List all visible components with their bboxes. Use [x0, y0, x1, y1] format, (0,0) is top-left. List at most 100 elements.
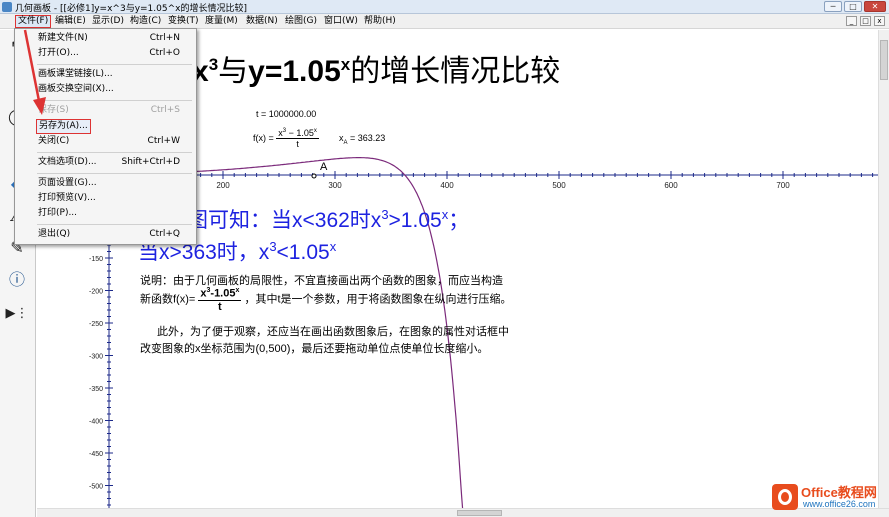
- menu-item-save-as[interactable]: 另存为(A)...: [17, 119, 194, 134]
- new-label: 新建文件(N): [38, 33, 88, 43]
- menu-item-page-setup[interactable]: 页面设置(G)...: [17, 176, 194, 191]
- note2-post: ，其中t是一个参数，用于将函数图象在纵向进行压缩。: [244, 293, 512, 306]
- menu-measure[interactable]: 度量(M): [203, 15, 240, 28]
- office-logo-icon: [772, 484, 798, 510]
- custom-tool-icon[interactable]: ▶⋮: [4, 302, 30, 326]
- y-tick-label: -350: [89, 386, 103, 393]
- fx-den: t: [296, 139, 299, 149]
- y-tick-label: -150: [89, 256, 103, 263]
- point-a-label: A: [320, 161, 328, 173]
- menu-edit[interactable]: 编辑(E): [53, 15, 88, 28]
- print-label: 打印(P)...: [38, 208, 78, 218]
- title-exp-3: 3: [208, 55, 219, 74]
- document-options-label: 文档选项(D)...: [38, 157, 97, 167]
- menu-window[interactable]: 窗口(W): [322, 15, 360, 28]
- menu-construct[interactable]: 构造(C): [128, 15, 163, 28]
- menu-separator: [37, 64, 192, 65]
- x-tick-label: 500: [552, 181, 566, 190]
- x-tick-label: 600: [664, 181, 678, 190]
- x-tick-label: 400: [440, 181, 454, 190]
- parameter-t[interactable]: t = 1000000.00: [256, 109, 316, 119]
- note-line-4[interactable]: 改变图象的x坐标范围为(0,500)，最后还要拖动单位点使单位长度缩小。: [140, 340, 488, 356]
- app-icon: [2, 2, 12, 12]
- title-y: y=1.05: [248, 55, 341, 88]
- c1-mid: >1.05: [388, 209, 442, 232]
- close-label: 关闭(C): [38, 136, 70, 146]
- save-as-label: 另存为(A)...: [36, 119, 91, 134]
- maximize-button[interactable]: □: [844, 1, 862, 12]
- print-preview-label: 打印预览(V)...: [38, 193, 96, 203]
- sketch-title: x3与y=1.05x的增长情况比较: [192, 46, 560, 90]
- menu-view[interactable]: 显示(D): [90, 15, 126, 28]
- menu-item-save: 保存(S) Ctrl+S: [17, 103, 194, 118]
- c1-end: ；: [448, 209, 470, 232]
- horizontal-scroll-thumb[interactable]: [457, 510, 502, 516]
- menu-item-print-preview[interactable]: 打印预览(V)...: [17, 191, 194, 206]
- document-controls: _ □ x: [846, 16, 885, 26]
- save-label: 保存(S): [38, 105, 69, 115]
- note2-num-sup2: x: [235, 287, 240, 294]
- classroom-link-label: 画板课堂链接(L)...: [38, 69, 113, 79]
- c1-sup: 3: [381, 207, 389, 222]
- information-icon[interactable]: ⓘ: [4, 268, 30, 292]
- point-a[interactable]: [311, 173, 317, 179]
- note2-den: t: [218, 300, 222, 313]
- fx-num-sup2: x: [313, 128, 317, 134]
- y-tick-label: -300: [89, 354, 103, 361]
- menu-file[interactable]: 文件(F): [15, 15, 52, 28]
- horizontal-scrollbar[interactable]: [37, 508, 889, 517]
- open-shortcut: Ctrl+O: [149, 48, 180, 58]
- x-tick-label: 700: [776, 181, 790, 190]
- menu-item-new[interactable]: 新建文件(N) Ctrl+N: [17, 31, 194, 46]
- close-button[interactable]: ✕: [864, 1, 886, 12]
- doc-restore-button[interactable]: □: [860, 16, 871, 26]
- menu-item-document-options[interactable]: 文档选项(D)... Shift+Ctrl+D: [17, 155, 194, 170]
- exchange-space-label: 画板交换空间(X)...: [38, 84, 114, 94]
- title-exp-x: x: [340, 55, 351, 74]
- menu-graph[interactable]: 绘图(G): [283, 15, 319, 28]
- measurement-xa[interactable]: xA = 363.23: [339, 133, 385, 146]
- menu-item-open[interactable]: 打开(O)... Ctrl+O: [17, 46, 194, 61]
- x-tick-label: 300: [328, 181, 342, 190]
- vertical-scroll-thumb[interactable]: [880, 40, 888, 80]
- open-label: 打开(O)...: [38, 48, 79, 58]
- new-shortcut: Ctrl+N: [149, 33, 180, 43]
- y-tick-label: -500: [89, 484, 103, 491]
- watermark: Office教程网 www.office26.com: [772, 481, 884, 513]
- note2-num-mid: -1.05: [210, 287, 236, 300]
- fx-fraction: x3 − 1.05x t: [276, 128, 319, 149]
- exit-shortcut: Ctrl+Q: [149, 229, 180, 239]
- c2-sup2: x: [329, 239, 337, 254]
- file-menu-dropdown: 新建文件(N) Ctrl+N 打开(O)... Ctrl+O 画板课堂链接(L)..…: [14, 28, 197, 245]
- conclusion-line-1[interactable]: 上图可知：当x<362时x3>1.05x；: [166, 204, 469, 234]
- menu-item-exit[interactable]: 退出(Q) Ctrl+Q: [17, 227, 194, 242]
- menu-data[interactable]: 数据(N): [244, 15, 280, 28]
- menu-help[interactable]: 帮助(H): [362, 15, 398, 28]
- title-with: 与: [218, 55, 249, 88]
- doc-minimize-button[interactable]: _: [846, 16, 857, 26]
- function-definition[interactable]: f(x) = x3 − 1.05x t: [253, 128, 319, 149]
- note-line-2[interactable]: 新函数f(x)= x3-1.05x t ，其中t是一个参数，用于将函数图象在纵向…: [140, 287, 512, 313]
- menu-bar: 文件(F) 编辑(E) 显示(D) 构造(C) 变换(T) 度量(M) 数据(N…: [0, 14, 889, 29]
- page-setup-label: 页面设置(G)...: [38, 178, 97, 188]
- c2-mid: <1.05: [276, 241, 330, 264]
- note-line-3[interactable]: 此外，为了便于观察，还应当在画出函数图象后，在图象的属性对话框中: [157, 323, 509, 339]
- note2-pre: 新函数f(x)=: [140, 293, 196, 306]
- menu-separator: [37, 224, 192, 225]
- minimize-button[interactable]: ─: [824, 1, 842, 12]
- exit-label: 退出(Q): [38, 229, 71, 239]
- menu-item-print[interactable]: 打印(P)...: [17, 206, 194, 221]
- note-line-1[interactable]: 说明：由于几何画板的局限性，不宜直接画出两个函数的图象，而应当构造: [140, 272, 503, 288]
- menu-transform[interactable]: 变换(T): [166, 15, 201, 28]
- menu-item-close[interactable]: 关闭(C) Ctrl+W: [17, 134, 194, 149]
- document-options-shortcut: Shift+Ctrl+D: [121, 157, 180, 167]
- y-tick-label: -400: [89, 419, 103, 426]
- menu-item-exchange-space[interactable]: 画板交换空间(X)...: [17, 82, 194, 97]
- y-tick-label: -200: [89, 289, 103, 296]
- menu-item-classroom-link[interactable]: 画板课堂链接(L)...: [17, 67, 194, 82]
- vertical-scrollbar[interactable]: [878, 30, 889, 508]
- title-bar: 几何画板 - [[必修1]y=x^3与y=1.05^x的增长情况比较] ─ □ …: [0, 0, 889, 14]
- doc-close-button[interactable]: x: [874, 16, 885, 26]
- c1-pre: 上图可知：当x<362时x: [166, 209, 382, 232]
- menu-separator: [37, 173, 192, 174]
